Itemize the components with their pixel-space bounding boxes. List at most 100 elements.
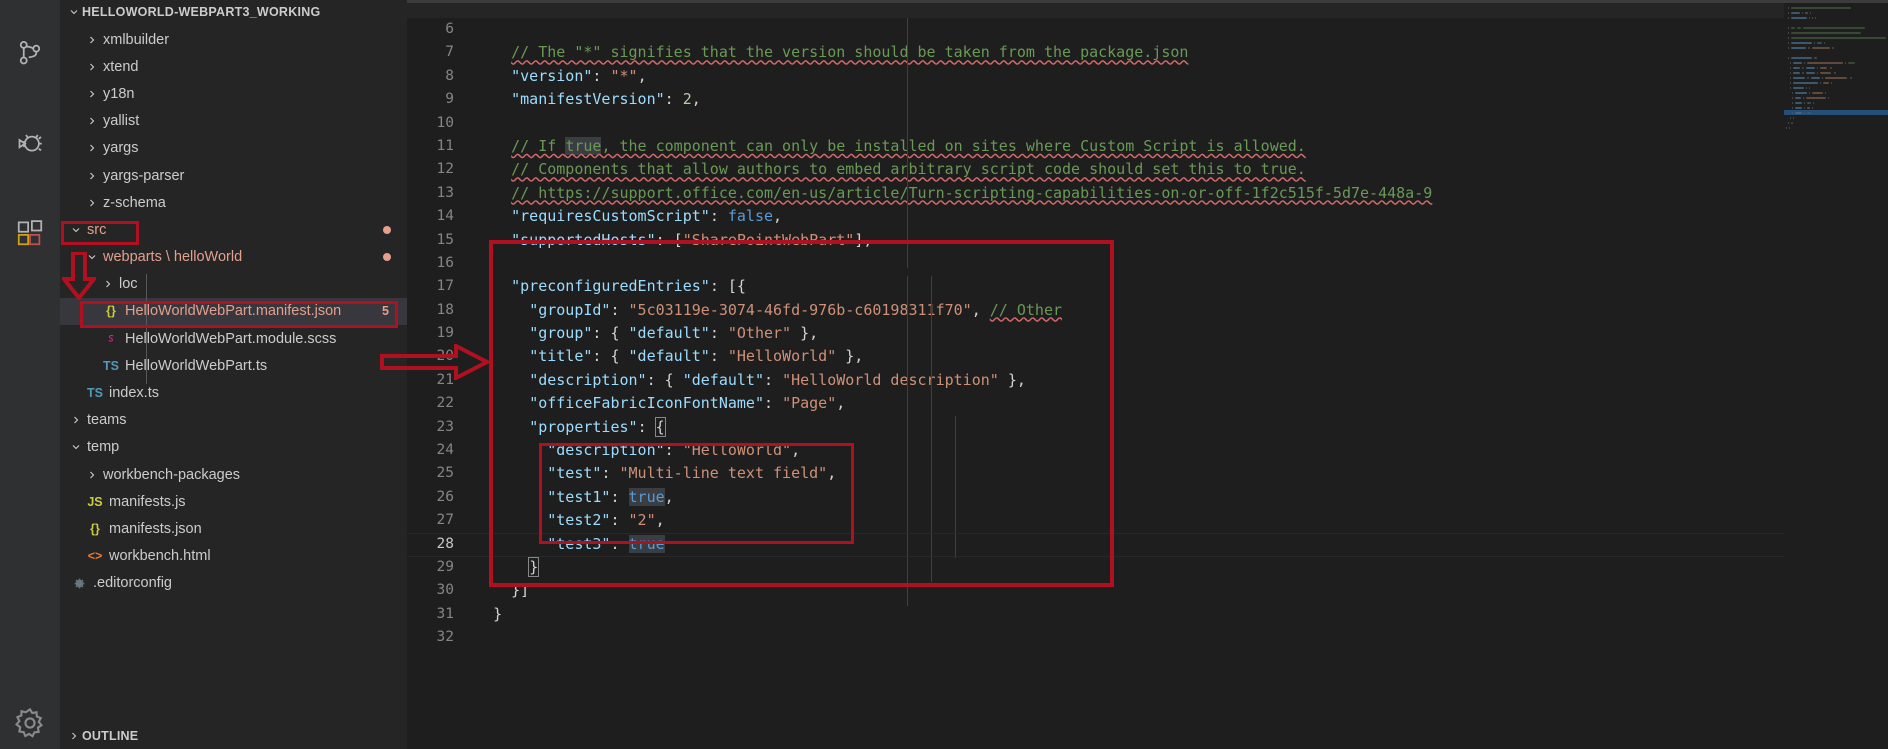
code-line[interactable]: 31 } (407, 603, 1888, 626)
minimap-token (1793, 66, 1800, 69)
code-line[interactable]: 10 (407, 112, 1888, 135)
code-line[interactable]: 14 "requiresCustomScript": false, (407, 205, 1888, 228)
code-line[interactable]: 25 "test": "Multi-line text field", (407, 462, 1888, 485)
chevron-right-icon[interactable] (84, 469, 100, 481)
code-line[interactable]: 19 "group": { "default": "Other" }, (407, 322, 1888, 345)
minimap-token (1850, 76, 1852, 79)
code-line[interactable]: 17 "preconfiguredEntries": [{ (407, 275, 1888, 298)
minimap-token (1791, 31, 1861, 34)
tree-file-row[interactable]: HelloWorldWebPart.module.scss (60, 325, 407, 352)
indent-guide (907, 18, 908, 268)
line-number: 21 (436, 371, 454, 388)
tree-folder-row[interactable]: xmlbuilder (60, 26, 407, 53)
code-line-text: "test3": true (467, 533, 665, 556)
minimap-token (1789, 126, 1790, 129)
code-line[interactable]: 24 "description": "HelloWorld", (407, 439, 1888, 462)
tree-folder-row[interactable]: xtend (60, 53, 407, 80)
minimap-token (1825, 91, 1826, 94)
code-line[interactable]: 8 "version": "*", (407, 65, 1888, 88)
current-line-border-bottom (407, 556, 1888, 558)
chevron-right-icon[interactable] (100, 278, 116, 290)
minimap-token (1817, 41, 1822, 44)
tree-file-row[interactable]: {} manifests.json (60, 515, 407, 542)
code-line[interactable]: 20 "title": { "default": "HelloWorld" }, (407, 345, 1888, 368)
chevron-right-icon[interactable] (84, 34, 100, 46)
code-line[interactable]: 30 }] (407, 579, 1888, 602)
code-line[interactable]: 29 } (407, 556, 1888, 579)
extensions-icon[interactable] (0, 202, 60, 264)
chevron-down-icon[interactable] (68, 441, 84, 453)
tree-folder-row[interactable]: temp (60, 434, 407, 461)
tree-folder-row[interactable]: y18n (60, 80, 407, 107)
code-line-text: } (467, 556, 540, 579)
tree-folder-row[interactable]: webparts \ helloWorld (60, 244, 407, 271)
indent-guide (955, 416, 956, 558)
tree-file-row[interactable]: TS HelloWorldWebPart.ts (60, 352, 407, 379)
code-line-text: // Components that allow authors to embe… (467, 158, 1306, 181)
outline-section-header[interactable]: OUTLINE (60, 723, 407, 749)
code-token: "Page" (782, 394, 837, 413)
code-line[interactable]: 13 // https://support.office.com/en-us/a… (407, 182, 1888, 205)
tree-folder-row[interactable]: loc (60, 271, 407, 298)
code-line[interactable]: 11 // If true, the component can only be… (407, 135, 1888, 158)
code-line[interactable]: 22 "officeFabricIconFontName": "Page", (407, 392, 1888, 415)
chevron-right-icon (66, 730, 82, 742)
chevron-right-icon[interactable] (84, 142, 100, 154)
source-control-icon[interactable] (0, 22, 60, 84)
chevron-right-icon[interactable] (84, 197, 100, 209)
tree-folder-row[interactable]: teams (60, 407, 407, 434)
tree-folder-row[interactable]: z-schema (60, 189, 407, 216)
minimap-token (1804, 111, 1805, 114)
code-line[interactable]: 6 (407, 18, 1888, 41)
code-line[interactable]: 9 "manifestVersion": 2, (407, 88, 1888, 111)
tree-file-row[interactable]: .editorconfig (60, 570, 407, 597)
code-token: "HelloWorld description" (782, 370, 999, 389)
code-line-text: "supportedHosts": ["SharePointWebPart"], (467, 229, 872, 252)
tree-file-row[interactable]: <> workbench.html (60, 543, 407, 570)
minimap-token (1823, 81, 1829, 84)
chevron-down-icon[interactable] (84, 251, 100, 263)
file-tree[interactable]: xmlbuilder xtend y18n yallist yargs yargs-par… (60, 24, 407, 723)
code-line[interactable]: 7 // The "*" signifies that the version … (407, 41, 1888, 64)
explorer-section-header[interactable]: HELLOWORLD-WEBPART3_WORKING (60, 0, 407, 24)
tree-folder-row[interactable]: src (60, 216, 407, 243)
minimap-token (1812, 106, 1813, 109)
code-area[interactable]: 6 7 // The "*" signifies that the version… (407, 18, 1888, 749)
code-line[interactable]: 12 // Components that allow authors to e… (407, 158, 1888, 181)
code-line[interactable]: 23 "properties": { (407, 416, 1888, 439)
code-token: , (637, 66, 647, 85)
minimap[interactable] (1784, 0, 1888, 749)
tree-file-row[interactable]: {} HelloWorldWebPart.manifest.json 5 (60, 297, 407, 326)
tree-folder-row[interactable]: workbench-packages (60, 461, 407, 488)
chevron-down-icon[interactable] (68, 224, 84, 236)
tree-item-label: xtend (103, 58, 139, 75)
tree-file-row[interactable]: TS index.ts (60, 379, 407, 406)
code-line[interactable]: 18 "groupId": "5c03119e-3074-46fd-976b-c… (407, 299, 1888, 322)
tree-folder-row[interactable]: yallist (60, 108, 407, 135)
chevron-right-icon[interactable] (84, 115, 100, 127)
chevron-right-icon[interactable] (84, 88, 100, 100)
code-line[interactable]: 28 "test3": true (407, 533, 1888, 556)
code-line-text: "properties": { (467, 416, 666, 439)
code-token: } (493, 604, 503, 623)
code-line[interactable]: 21 "description": { "default": "HelloWor… (407, 369, 1888, 392)
code-line[interactable]: 27 "test2": "2", (407, 509, 1888, 532)
chevron-right-icon[interactable] (84, 170, 100, 182)
run-and-debug-icon[interactable] (0, 112, 60, 174)
code-token: "title" (529, 347, 593, 366)
code-line[interactable]: 15 "supportedHosts": ["SharePointWebPart… (407, 229, 1888, 252)
code-line-text: // The "*" signifies that the version sh… (467, 41, 1188, 64)
chevron-right-icon[interactable] (84, 61, 100, 73)
code-line[interactable]: 26 "test1": true, (407, 486, 1888, 509)
chevron-right-icon[interactable] (68, 414, 84, 426)
code-line[interactable]: 32 (407, 626, 1888, 649)
tree-folder-row[interactable]: yargs-parser (60, 162, 407, 189)
manage-settings-gear-icon[interactable] (0, 697, 60, 749)
line-number: 16 (436, 254, 454, 271)
tree-folder-row[interactable]: yargs (60, 135, 407, 162)
tree-file-row[interactable]: JS manifests.js (60, 488, 407, 515)
code-line[interactable]: 16 (407, 252, 1888, 275)
